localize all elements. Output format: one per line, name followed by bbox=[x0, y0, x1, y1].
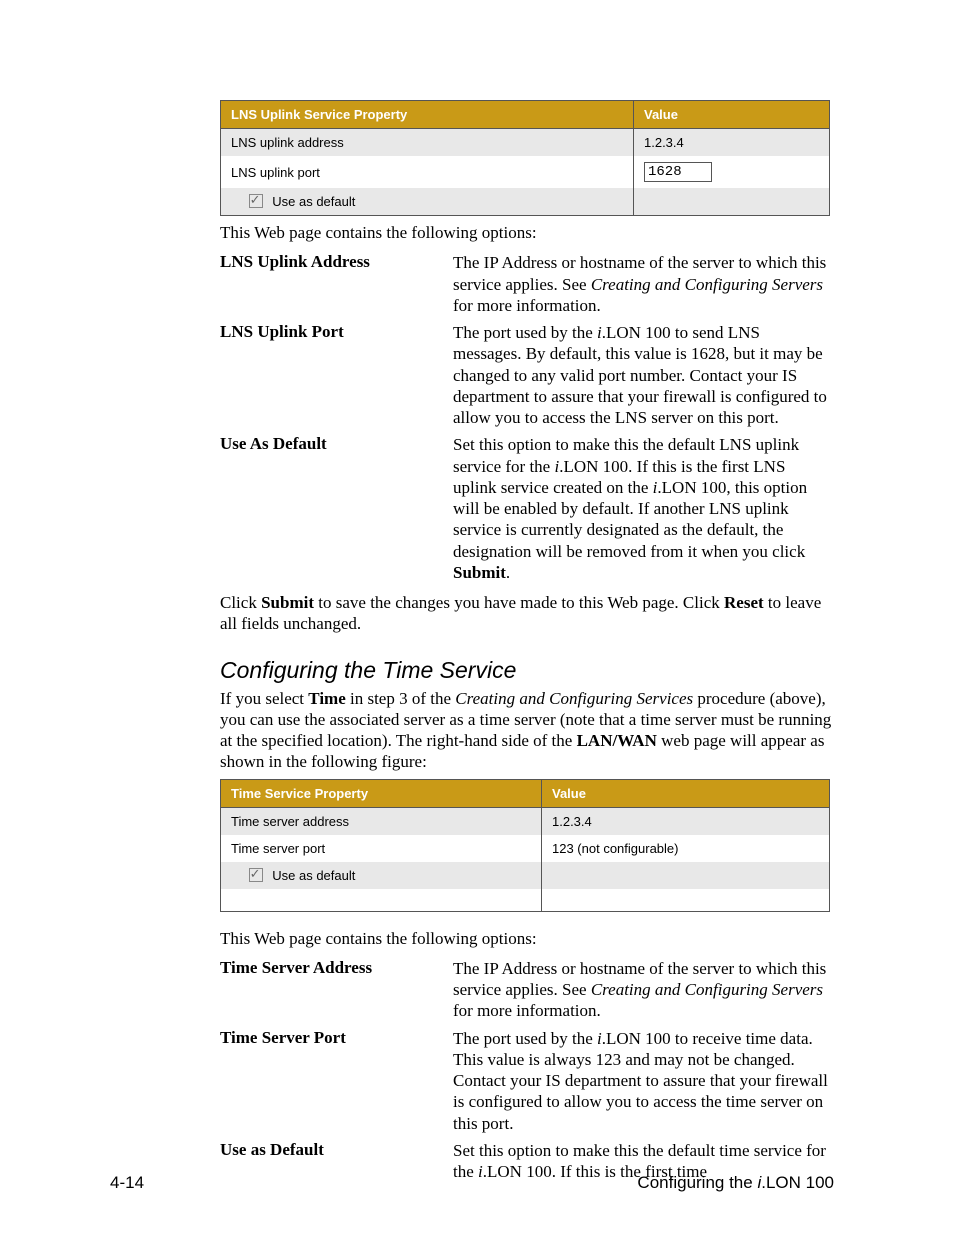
cell-label: Time server address bbox=[221, 807, 542, 835]
page-number: 4-14 bbox=[110, 1173, 144, 1193]
col-header-property: LNS Uplink Service Property bbox=[221, 101, 634, 129]
use-as-default-checkbox[interactable] bbox=[249, 194, 263, 208]
time-intro: If you select Time in step 3 of the Crea… bbox=[220, 688, 834, 773]
def-label: Use As Default bbox=[220, 431, 453, 586]
cell-label: Time server port bbox=[221, 835, 542, 862]
footer-title: Configuring the i.LON 100 bbox=[637, 1173, 834, 1193]
table-row bbox=[221, 889, 830, 912]
definition-list: Time Server Address The IP Address or ho… bbox=[220, 955, 830, 1186]
submit-instructions: Click Submit to save the changes you hav… bbox=[220, 592, 834, 635]
table-row: LNS uplink address 1.2.3.4 bbox=[221, 129, 830, 157]
intro-text: This Web page contains the following opt… bbox=[220, 222, 834, 243]
def-body: Set this option to make this the default… bbox=[453, 431, 830, 586]
table-row: LNS uplink port bbox=[221, 156, 830, 188]
use-as-default-checkbox[interactable] bbox=[249, 868, 263, 882]
def-label: LNS Uplink Port bbox=[220, 319, 453, 431]
def-label: LNS Uplink Address bbox=[220, 249, 453, 319]
cell-label: LNS uplink address bbox=[221, 129, 634, 157]
col-header-value: Value bbox=[634, 101, 830, 129]
def-body: The port used by the i.LON 100 to receiv… bbox=[453, 1025, 830, 1137]
cell-value: 1.2.3.4 bbox=[634, 129, 830, 157]
table-row: Time server port 123 (not configurable) bbox=[221, 835, 830, 862]
def-body: The IP Address or hostname of the server… bbox=[453, 955, 830, 1025]
table-row: Use as default bbox=[221, 862, 830, 889]
cell-value bbox=[634, 156, 830, 188]
cell-label: Use as default bbox=[221, 862, 542, 889]
cell-value: 1.2.3.4 bbox=[542, 807, 830, 835]
def-body: The port used by the i.LON 100 to send L… bbox=[453, 319, 830, 431]
checkbox-label: Use as default bbox=[272, 868, 355, 883]
cell-value: 123 (not configurable) bbox=[542, 835, 830, 862]
lns-uplink-port-input[interactable] bbox=[644, 162, 712, 182]
col-header-property: Time Service Property bbox=[221, 779, 542, 807]
table-row: Time server address 1.2.3.4 bbox=[221, 807, 830, 835]
checkbox-label: Use as default bbox=[272, 194, 355, 209]
lns-uplink-table: LNS Uplink Service Property Value LNS up… bbox=[220, 100, 830, 216]
time-service-table: Time Service Property Value Time server … bbox=[220, 779, 830, 912]
page-footer: 4-14 Configuring the i.LON 100 bbox=[110, 1173, 834, 1193]
def-label: Time Server Port bbox=[220, 1025, 453, 1137]
table-row: Use as default bbox=[221, 188, 830, 216]
cell-label: LNS uplink port bbox=[221, 156, 634, 188]
def-label: Time Server Address bbox=[220, 955, 453, 1025]
section-heading: Configuring the Time Service bbox=[220, 657, 834, 684]
definition-list: LNS Uplink Address The IP Address or hos… bbox=[220, 249, 830, 586]
def-body: The IP Address or hostname of the server… bbox=[453, 249, 830, 319]
cell-label: Use as default bbox=[221, 188, 634, 216]
intro-text: This Web page contains the following opt… bbox=[220, 928, 834, 949]
col-header-value: Value bbox=[542, 779, 830, 807]
